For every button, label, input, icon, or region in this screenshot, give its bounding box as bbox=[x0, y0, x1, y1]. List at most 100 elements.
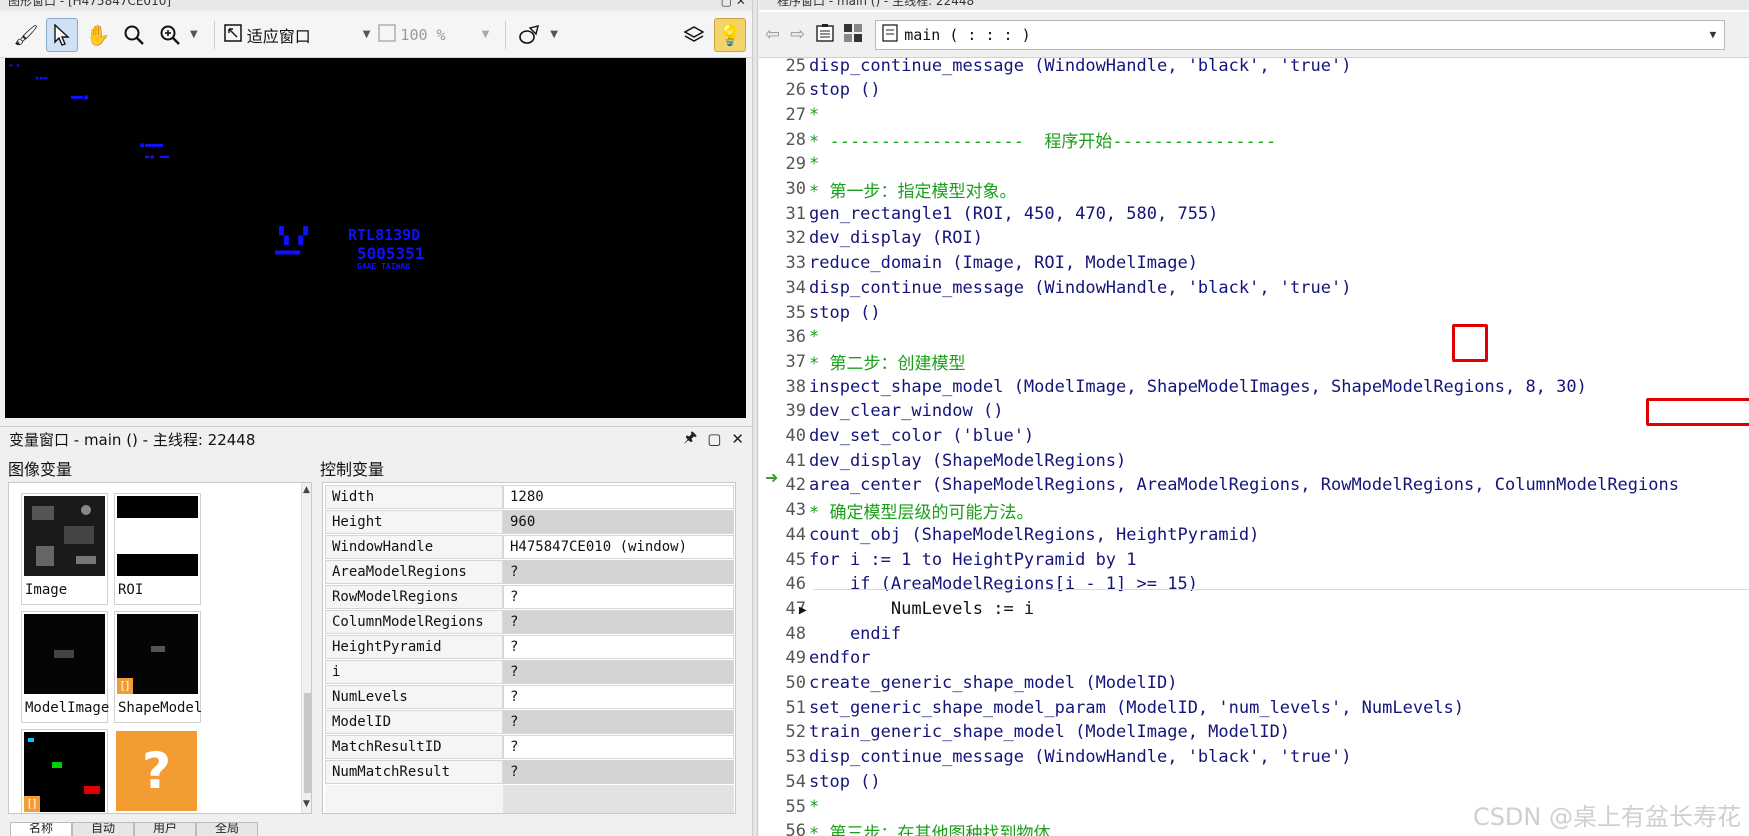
chevron-down-icon[interactable]: ▼ bbox=[190, 29, 198, 40]
control-var-row[interactable]: NumMatchResult? bbox=[325, 760, 734, 784]
code-line[interactable]: 43 * 确定模型层级的可能方法。 bbox=[759, 499, 1749, 523]
lightbulb-icon[interactable]: 💡 bbox=[714, 17, 746, 52]
control-var-row[interactable]: i? bbox=[325, 660, 734, 684]
control-var-value: ? bbox=[503, 560, 734, 584]
scroll-down-icon[interactable]: ▼ bbox=[303, 799, 310, 809]
image-panel-scrollbar[interactable]: ▲ ▼ bbox=[301, 483, 311, 813]
code-line[interactable]: 47 NumLevels := i bbox=[759, 597, 1749, 620]
fit-window-label: 适应窗口 bbox=[246, 26, 311, 46]
control-var-row[interactable]: Width 1280 bbox=[325, 485, 734, 509]
control-var-row[interactable]: HeightPyramid? bbox=[325, 635, 734, 659]
control-var-row[interactable]: WindowHandle H475847CE010 (window) bbox=[325, 535, 734, 559]
highlight-box bbox=[1646, 398, 1749, 426]
program-counter-icon: ➜ bbox=[765, 468, 779, 487]
close-icon[interactable]: ✕ bbox=[731, 430, 744, 448]
code-line[interactable]: 36 * bbox=[759, 326, 1749, 349]
roi-thumbnail bbox=[117, 496, 198, 576]
code-line[interactable]: 31 gen_rectangle1 (ROI, 450, 470, 580, 75… bbox=[759, 202, 1749, 225]
graphics-window-controls[interactable]: ▢ ✕ bbox=[721, 0, 746, 7]
control-var-row[interactable]: ColumnModelRegions? bbox=[325, 610, 734, 634]
program-window: 程序窗口 - main () - 主线程: 22448 ⇦ ⇨ main ( :… bbox=[759, 0, 1749, 836]
control-var-name: NumLevels bbox=[325, 685, 503, 709]
control-var-row[interactable]: RowModelRegions? bbox=[325, 585, 734, 609]
control-var-row[interactable]: MatchResultID? bbox=[325, 735, 734, 759]
code-line[interactable]: 35 stop () bbox=[759, 301, 1749, 324]
procedure-list-icon[interactable] bbox=[815, 23, 835, 47]
zoom-select[interactable]: 100 % ▼ bbox=[378, 19, 497, 51]
code-line[interactable]: 28 * ------------------- 程序开始------------… bbox=[759, 128, 1749, 153]
code-line[interactable]: 37 * 第二步：创建模型 bbox=[759, 350, 1749, 375]
code-line[interactable]: 39 dev_clear_window () bbox=[759, 400, 1749, 423]
graphics-canvas[interactable]: ▬ ▪ ▪▪▬ ▬▬▪ ▪▬▬▬ ▬▪ ▬▬ ▚ ▞ ▬▬▬ RTL8139D … bbox=[5, 58, 746, 418]
image-var-thumb[interactable]: ModelImage bbox=[21, 611, 109, 723]
control-var-row[interactable]: NumLevels? bbox=[325, 685, 734, 709]
control-var-name: NumMatchResult bbox=[325, 760, 503, 784]
code-line[interactable]: 45 for i := 1 to HeightPyramid by 1 bbox=[759, 548, 1749, 571]
code-line[interactable]: 42 area_center (ShapeModelRegions, AreaMo… bbox=[759, 474, 1749, 497]
back-arrow-icon[interactable]: ⇦ bbox=[765, 24, 780, 45]
code-text: stop () bbox=[809, 302, 881, 323]
scroll-up-icon[interactable]: ▲ bbox=[303, 485, 310, 495]
code-line[interactable]: 50 create_generic_shape_model (ModelID) bbox=[759, 672, 1749, 695]
control-var-row[interactable]: ModelID? bbox=[325, 710, 734, 734]
chevron-down-icon[interactable]: ▼ bbox=[550, 29, 558, 40]
image-var-thumb[interactable]: [] ShapeModel bbox=[114, 611, 202, 723]
code-line[interactable]: 32 dev_display (ROI) bbox=[759, 227, 1749, 250]
fit-window-select[interactable]: 适应窗口 ▼ bbox=[223, 19, 379, 51]
code-line[interactable]: 26 stop () bbox=[759, 79, 1749, 102]
undock-icon[interactable]: ▢ bbox=[707, 430, 721, 448]
scrollbar-thumb[interactable] bbox=[304, 693, 311, 793]
image-var-thumb[interactable]: Image bbox=[21, 493, 108, 605]
layers-icon[interactable] bbox=[678, 18, 710, 52]
pane-splitter[interactable] bbox=[752, 0, 758, 836]
draw-shape-icon[interactable] bbox=[514, 18, 546, 52]
magnifier-icon[interactable] bbox=[118, 18, 150, 52]
code-line[interactable]: 25 disp_continue_message (WindowHandle, '… bbox=[759, 58, 1749, 77]
image-var-thumb[interactable]: ? bbox=[114, 729, 201, 813]
control-var-row[interactable]: Height 960 bbox=[325, 510, 734, 534]
pin-icon[interactable]: 🖈 bbox=[683, 427, 697, 452]
tab-name[interactable]: 名称 bbox=[10, 822, 72, 836]
control-var-name: HeightPyramid bbox=[325, 635, 503, 659]
line-number: 35 bbox=[785, 302, 806, 323]
code-editor[interactable]: 56 * 第三步：在其他图种找到物体 55 * 54 stop () 53 disp_cont… bbox=[759, 58, 1749, 836]
code-line[interactable]: 54 stop () bbox=[759, 770, 1749, 793]
control-var-value: ? bbox=[503, 660, 734, 684]
pointer-icon[interactable] bbox=[46, 17, 78, 52]
forward-arrow-icon[interactable]: ⇨ bbox=[790, 24, 805, 45]
tab-user[interactable]: 用户 bbox=[134, 822, 196, 836]
brush-icon[interactable]: 🖌 bbox=[10, 18, 42, 52]
procedure-select[interactable]: main ( : : : ) ▼ bbox=[875, 19, 1726, 50]
current-line-indicator bbox=[813, 589, 1749, 590]
code-line[interactable]: 44 count_obj (ShapeModelRegions, HeightPy… bbox=[759, 523, 1749, 546]
code-line[interactable]: 40 dev_set_color ('blue') bbox=[759, 425, 1749, 448]
image-var-thumb[interactable]: [] bbox=[21, 729, 108, 813]
grid-icon[interactable] bbox=[843, 23, 863, 47]
code-line[interactable]: 30 * 第一步：指定模型对象。 bbox=[759, 178, 1749, 202]
code-line[interactable]: 52 train_generic_shape_model (ModelImage,… bbox=[759, 721, 1749, 744]
code-line[interactable]: 34 disp_continue_message (WindowHandle, '… bbox=[759, 276, 1749, 299]
code-line[interactable]: 46 if (AreaModelRegions[i - 1] >= 15) bbox=[759, 573, 1749, 596]
canvas-blob: ▪▪▬ bbox=[35, 74, 48, 82]
code-text: inspect_shape_model (ModelImage, ShapeMo… bbox=[809, 376, 1587, 397]
code-line[interactable]: 51 set_generic_shape_model_param (ModelID… bbox=[759, 696, 1749, 719]
image-var-thumb[interactable]: ROI bbox=[114, 493, 201, 605]
code-line[interactable]: 53 disp_continue_message (WindowHandle, '… bbox=[759, 746, 1749, 769]
tab-auto[interactable]: 自动 bbox=[72, 822, 134, 836]
code-line[interactable]: 38 inspect_shape_model (ModelImage, Shape… bbox=[759, 375, 1749, 398]
tab-global[interactable]: 全局 bbox=[196, 822, 258, 836]
hand-icon[interactable]: ✋ bbox=[82, 18, 114, 52]
line-number: 44 bbox=[785, 524, 806, 545]
line-number: 31 bbox=[785, 203, 806, 224]
code-line[interactable]: 27 * bbox=[759, 103, 1749, 126]
line-number: 55 bbox=[785, 796, 806, 817]
zoom-in-icon[interactable] bbox=[154, 18, 186, 52]
code-line[interactable]: 29 * bbox=[759, 153, 1749, 176]
code-line[interactable]: 33 reduce_domain (Image, ROI, ModelImage) bbox=[759, 252, 1749, 275]
code-line[interactable]: 48 endif bbox=[759, 622, 1749, 645]
control-var-row[interactable]: AreaModelRegions? bbox=[325, 560, 734, 584]
control-var-value: ? bbox=[503, 685, 734, 709]
code-line[interactable]: 49 endfor bbox=[759, 647, 1749, 670]
line-number: 48 bbox=[785, 623, 806, 644]
code-line[interactable]: 41 dev_display (ShapeModelRegions) bbox=[759, 449, 1749, 472]
